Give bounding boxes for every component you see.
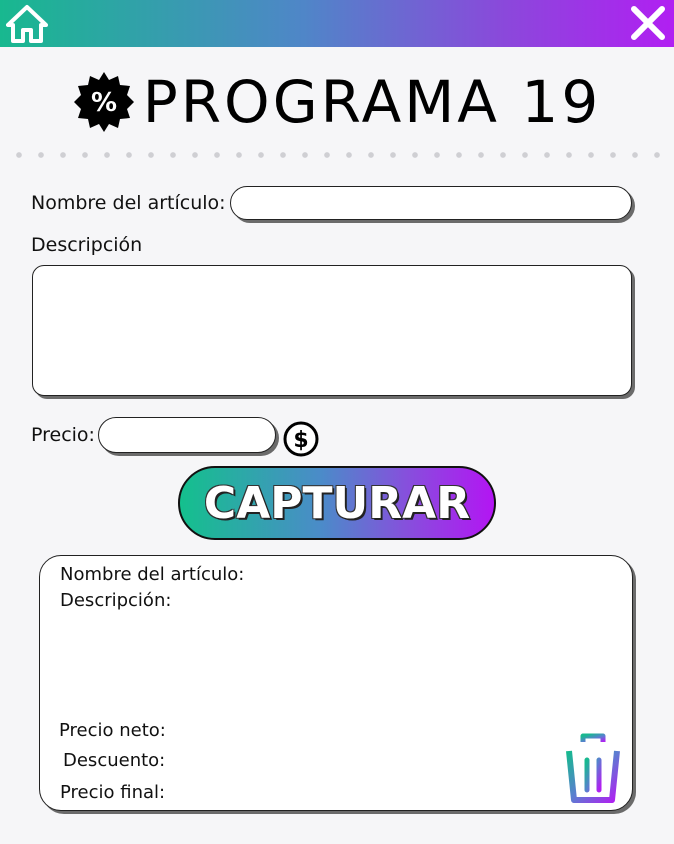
- description-input[interactable]: [32, 265, 632, 396]
- dollar-circle-icon: $: [283, 421, 319, 457]
- result-final-price-label: Precio final:: [60, 782, 166, 803]
- result-discount-label: Descuento:: [63, 750, 166, 771]
- name-input[interactable]: [230, 186, 632, 220]
- dollar-symbol: $: [293, 428, 308, 453]
- price-label: Precio:: [31, 424, 95, 446]
- description-label: Descripción: [31, 234, 143, 256]
- home-icon[interactable]: [6, 4, 48, 44]
- badge-percent-text: %: [91, 88, 117, 118]
- name-label: Nombre del artículo:: [31, 192, 226, 214]
- dotted-divider: [8, 152, 668, 158]
- trash-icon[interactable]: [559, 732, 627, 806]
- capture-button[interactable]: CAPTURAR: [178, 466, 496, 540]
- page-title: PROGRAMA 19: [142, 68, 602, 136]
- price-input[interactable]: [98, 417, 276, 453]
- result-name-label: Nombre del artículo:: [60, 564, 245, 585]
- title-row: % PROGRAMA 19: [0, 62, 674, 142]
- result-description-label: Descripción:: [60, 590, 172, 611]
- discount-badge-icon: %: [73, 72, 134, 132]
- result-net-price-label: Precio neto:: [59, 720, 166, 741]
- close-icon[interactable]: [630, 5, 666, 41]
- top-bar: [0, 0, 674, 47]
